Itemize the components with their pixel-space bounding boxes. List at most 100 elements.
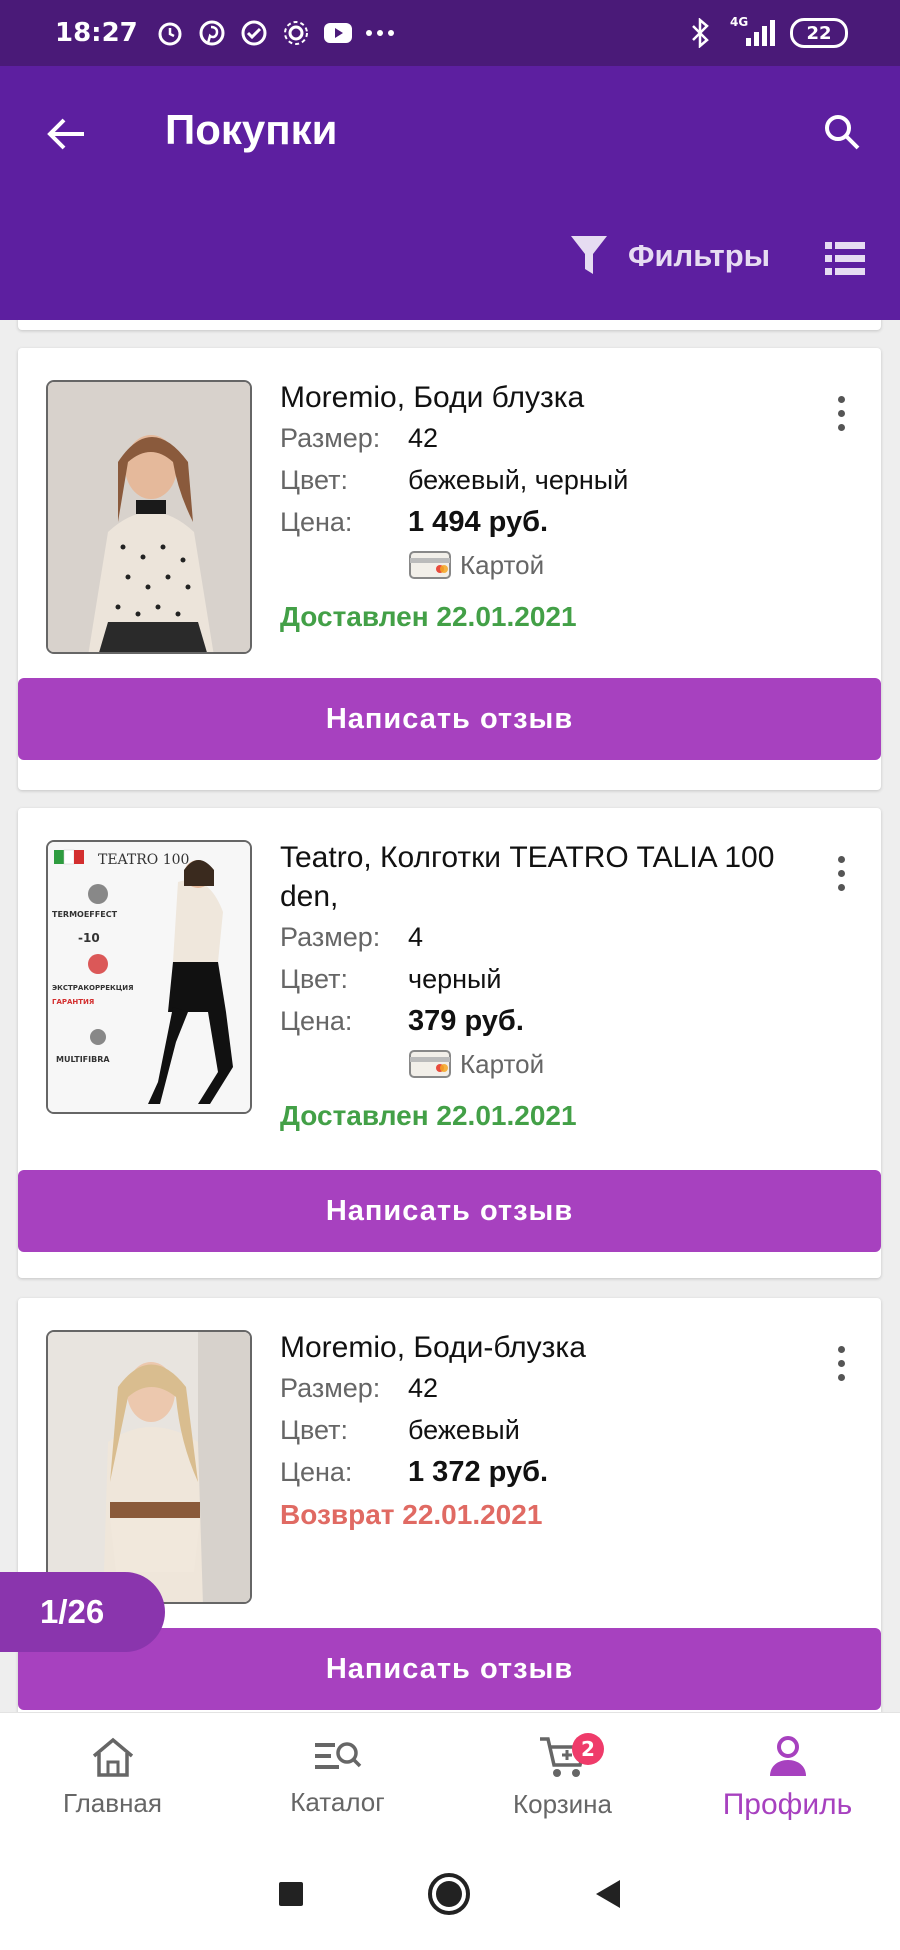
- color-label: Цвет:: [280, 964, 349, 994]
- product-image[interactable]: [46, 380, 252, 654]
- color-value: бежевый: [408, 1415, 520, 1445]
- home-system-button[interactable]: [426, 1871, 472, 1921]
- order-card: TEATRO 100 TERMOEFFECT -10 ЭКСТРАКОРРЕКЦ…: [18, 808, 881, 1278]
- order-status: Доставлен 22.01.2021: [280, 601, 577, 632]
- order-status: Возврат 22.01.2021: [280, 1499, 543, 1530]
- size-row: Размер: 42: [280, 417, 811, 459]
- write-review-button[interactable]: Написать отзыв: [18, 678, 881, 760]
- list-view-button[interactable]: [820, 234, 870, 284]
- size-value: 4: [408, 922, 424, 952]
- size-value: 42: [408, 1373, 439, 1403]
- app-bar: Покупки Фильтры: [0, 66, 900, 320]
- price-value: 1 494 руб.: [408, 506, 549, 538]
- nav-home-label: Главная: [63, 1788, 162, 1818]
- product-image[interactable]: TEATRO 100 TERMOEFFECT -10 ЭКСТРАКОРРЕКЦ…: [46, 840, 252, 1114]
- cart-badge: 2: [572, 1733, 604, 1765]
- color-label: Цвет:: [280, 1415, 349, 1445]
- square-icon: [279, 1882, 303, 1906]
- back-button[interactable]: [38, 106, 94, 162]
- nav-catalog[interactable]: Каталог: [225, 1713, 450, 1842]
- nav-home[interactable]: Главная: [0, 1713, 225, 1842]
- svg-text:TEATRO 100: TEATRO 100: [98, 852, 189, 868]
- order-status: Доставлен 22.01.2021: [280, 1100, 577, 1131]
- nav-profile[interactable]: Профиль: [675, 1713, 900, 1842]
- product-title[interactable]: Teatro, Колготки TEATRO TALIA 100 den,: [280, 838, 811, 916]
- list-view-icon: [825, 242, 865, 275]
- color-row: Цвет: черный: [280, 958, 811, 1000]
- write-review-button[interactable]: Написать отзыв: [18, 1170, 881, 1252]
- payment-label: Картой: [460, 1048, 545, 1079]
- filters-label: Фильтры: [628, 238, 771, 273]
- filters-button[interactable]: Фильтры: [570, 234, 770, 278]
- nav-cart[interactable]: 2 Корзина: [450, 1713, 675, 1842]
- circle-home-icon: [428, 1873, 470, 1915]
- order-card: Moremio, Боди-блузка Размер: 42 Цвет: беже…: [18, 1298, 881, 1712]
- previous-order-card: [18, 320, 881, 330]
- profile-icon: [769, 1735, 806, 1776]
- alarm-icon: [154, 17, 186, 49]
- search-icon: [825, 115, 860, 150]
- more-options-button[interactable]: [819, 848, 863, 898]
- check-circle-icon: [238, 17, 270, 49]
- size-value: 42: [408, 423, 439, 453]
- price-label: Цена:: [280, 1457, 353, 1487]
- back-system-button[interactable]: [592, 1877, 624, 1915]
- recents-button[interactable]: [276, 1879, 306, 1913]
- price-label: Цена:: [280, 507, 353, 537]
- card-payment-icon: [409, 551, 451, 579]
- orders-list[interactable]: Moremio, Боди блузка Размер: 42 Цвет: беже…: [0, 320, 900, 1712]
- bottom-navigation: Главная Каталог 2 Корзина Профиль: [0, 1712, 900, 1842]
- size-label: Размер:: [280, 423, 381, 453]
- payment-method: Картой: [408, 543, 811, 587]
- size-row: Размер: 42: [280, 1367, 811, 1409]
- size-label: Размер:: [280, 922, 381, 952]
- color-row: Цвет: бежевый: [280, 1409, 811, 1451]
- color-value: бежевый, черный: [408, 465, 629, 495]
- settings-app-icon: [280, 17, 312, 49]
- network-type: 4G: [730, 15, 749, 29]
- nav-cart-label: Корзина: [512, 1789, 613, 1819]
- payment-method: Картой: [408, 1042, 811, 1086]
- pinterest-icon: [196, 17, 228, 49]
- catalog-search-icon: [314, 1742, 361, 1769]
- nav-catalog-label: Каталог: [290, 1787, 385, 1817]
- more-notifications-icon: [364, 17, 396, 49]
- price-row: Цена: 1 494 руб.: [280, 501, 811, 543]
- size-label: Размер:: [280, 1373, 381, 1403]
- product-title[interactable]: Moremio, Боди-блузка: [280, 1328, 811, 1367]
- size-row: Размер: 4: [280, 916, 811, 958]
- more-options-button[interactable]: [819, 1338, 863, 1388]
- product-image[interactable]: [46, 1330, 252, 1604]
- price-row: Цена: 379 руб.: [280, 1000, 811, 1042]
- triangle-back-icon: [596, 1880, 620, 1908]
- signal-icon: 4G: [730, 15, 776, 49]
- color-row: Цвет: бежевый, черный: [280, 459, 811, 501]
- battery-indicator: 22: [790, 18, 848, 48]
- more-options-button[interactable]: [819, 388, 863, 438]
- search-button[interactable]: [814, 104, 870, 160]
- card-payment-icon: [409, 1050, 451, 1078]
- color-value: черный: [408, 964, 502, 994]
- order-card: Moremio, Боди блузка Размер: 42 Цвет: беже…: [18, 348, 881, 790]
- product-title[interactable]: Moremio, Боди блузка: [280, 378, 811, 417]
- price-row: Цена: 1 372 руб.: [280, 1451, 811, 1493]
- nav-profile-label: Профиль: [722, 1787, 853, 1821]
- system-navigation-bar: [0, 1842, 900, 1950]
- youtube-icon: [322, 17, 354, 49]
- page-title: Покупки: [165, 106, 338, 153]
- payment-label: Картой: [460, 549, 545, 580]
- home-icon: [92, 1737, 133, 1777]
- page-indicator: 1/26: [0, 1572, 165, 1652]
- status-bar: 18:27 4G 22: [0, 0, 900, 66]
- arrow-left-icon: [47, 118, 84, 150]
- filter-icon: [571, 236, 607, 274]
- price-value: 1 372 руб.: [408, 1456, 549, 1488]
- color-label: Цвет:: [280, 465, 349, 495]
- svg-text:TERMOEFFECT: TERMOEFFECT: [52, 910, 118, 919]
- bluetooth-icon: [684, 17, 716, 49]
- svg-text:ГАРАНТИЯ: ГАРАНТИЯ: [52, 998, 94, 1006]
- status-time: 18:27: [55, 18, 138, 48]
- svg-text:MULTIFIBRA: MULTIFIBRA: [56, 1055, 110, 1064]
- price-label: Цена:: [280, 1006, 353, 1036]
- svg-text:-10: -10: [78, 931, 100, 945]
